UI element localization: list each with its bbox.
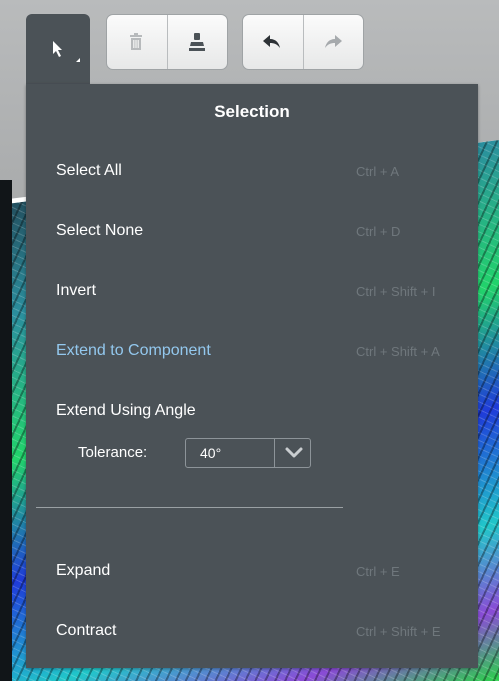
menu-item-shortcut: Ctrl + A xyxy=(356,164,399,179)
history-tools-group xyxy=(242,14,364,70)
menu-item-shortcut: Ctrl + Shift + A xyxy=(356,344,440,359)
delete-button[interactable] xyxy=(107,15,165,69)
menu-item-shortcut: Ctrl + Shift + I xyxy=(356,284,436,299)
select-divider xyxy=(274,439,275,467)
menu-item-label: Expand xyxy=(56,562,111,579)
tolerance-label: Tolerance: xyxy=(78,444,148,461)
tolerance-select[interactable]: 40° xyxy=(185,438,311,468)
select-tool-button[interactable] xyxy=(26,14,90,84)
redo-button[interactable] xyxy=(304,15,362,69)
submenu-indicator-icon xyxy=(76,58,80,62)
tolerance-value: 40° xyxy=(200,445,222,461)
menu-item-extend-using-angle[interactable]: Extend Using Angle xyxy=(26,394,478,428)
cursor-arrow-icon xyxy=(53,41,62,57)
menu-item-label: Invert xyxy=(56,282,97,299)
menu-item-label: Extend to Component xyxy=(56,342,211,359)
trash-icon xyxy=(130,33,142,50)
menu-item-shortcut: Ctrl + D xyxy=(356,224,401,239)
menu-item-label: Select None xyxy=(56,222,144,239)
menu-item-contract[interactable]: Contract Ctrl + Shift + E xyxy=(26,614,478,648)
edit-tools-group xyxy=(106,14,228,70)
chevron-down-icon xyxy=(285,447,303,458)
menu-item-extend-to-component[interactable]: Extend to Component Ctrl + Shift + A xyxy=(26,334,478,368)
viewport-edge xyxy=(0,180,12,681)
menu-item-select-none[interactable]: Select None Ctrl + D xyxy=(26,214,478,248)
menu-item-invert[interactable]: Invert Ctrl + Shift + I xyxy=(26,274,478,308)
menu-divider xyxy=(36,507,343,508)
menu-item-select-all[interactable]: Select All Ctrl + A xyxy=(26,154,478,188)
menu-item-label: Contract xyxy=(56,622,117,639)
stamp-icon xyxy=(189,33,205,51)
menu-title: Selection xyxy=(214,102,290,121)
menu-item-expand[interactable]: Expand Ctrl + E xyxy=(26,554,478,588)
selection-menu: Selection Select All Ctrl + A Select Non… xyxy=(26,84,478,668)
menu-item-label: Extend Using Angle xyxy=(56,402,196,419)
menu-item-shortcut: Ctrl + E xyxy=(356,564,400,579)
flatten-button[interactable] xyxy=(168,15,226,69)
menu-item-label: Select All xyxy=(56,162,122,179)
menu-item-shortcut: Ctrl + Shift + E xyxy=(356,624,441,639)
undo-button[interactable] xyxy=(243,15,301,69)
redo-arrow-icon xyxy=(325,35,342,48)
undo-arrow-icon xyxy=(263,35,280,48)
